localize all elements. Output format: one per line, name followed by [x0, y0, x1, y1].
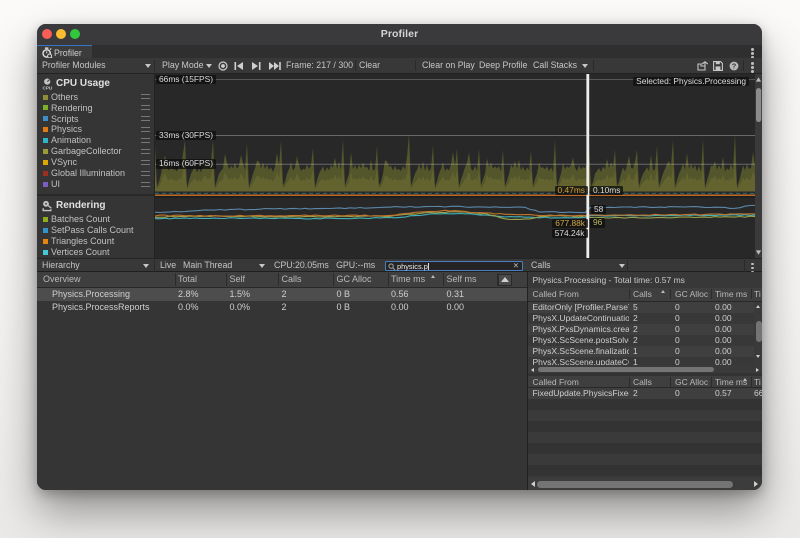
svg-text:?: ? [732, 62, 737, 71]
svg-text:CPU: CPU [43, 85, 53, 90]
